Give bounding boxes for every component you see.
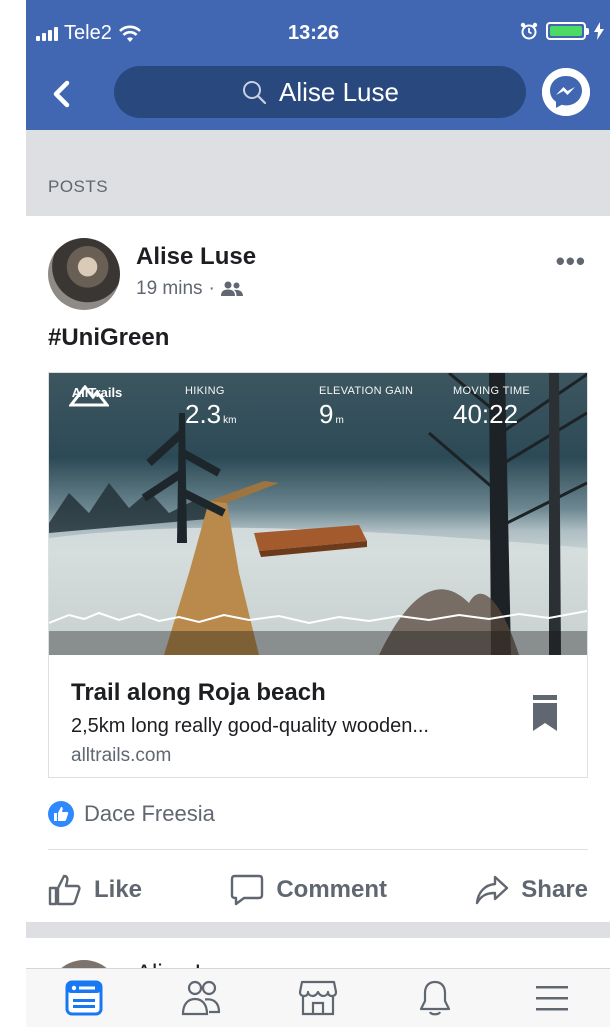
nav-bar: Alise Luse — [26, 58, 610, 130]
tab-menu[interactable] — [522, 973, 582, 1023]
marketplace-icon — [298, 980, 338, 1016]
post-caption[interactable]: #UniGreen — [48, 324, 169, 352]
search-query: Alise Luse — [279, 76, 399, 107]
share-icon — [476, 875, 509, 905]
post-author[interactable]: Alise Luse — [136, 243, 256, 271]
search-field[interactable]: Alise Luse — [114, 66, 526, 118]
tab-friends[interactable] — [171, 973, 231, 1023]
card-info[interactable]: Trail along Roja beach 2,5km long really… — [49, 655, 587, 777]
card-domain: alltrails.com — [71, 745, 172, 766]
share-button[interactable]: Share — [475, 875, 588, 905]
stat-unit: m — [335, 415, 344, 426]
stat-label: MOVING TIME — [453, 385, 531, 397]
post-time[interactable]: 19 mins — [136, 278, 203, 300]
stat-value: 40:22 — [453, 399, 519, 429]
bookmark-icon — [533, 695, 557, 731]
comment-icon — [231, 874, 264, 906]
thumbs-up-icon — [54, 807, 69, 821]
comment-label: Comment — [276, 876, 387, 903]
messenger-button[interactable] — [542, 68, 590, 116]
clock: 13:26 — [288, 22, 340, 44]
link-card[interactable]: AllTrails HIKING 2.3 km ELEVATION GAIN 9m… — [48, 372, 588, 778]
save-button[interactable] — [533, 695, 557, 736]
post-actions: Like Comment Share — [48, 868, 588, 912]
wifi-icon — [118, 25, 141, 42]
tab-news-feed[interactable] — [54, 973, 114, 1023]
status-bar: Tele2 13:26 — [26, 0, 610, 58]
thumbs-up-outline-icon — [48, 874, 81, 906]
charging-icon — [594, 22, 604, 40]
status-right — [520, 22, 604, 40]
stat-value: 9 — [319, 399, 334, 429]
stat-unit: km — [223, 415, 237, 426]
more-options-icon[interactable]: ••• — [556, 246, 586, 277]
news-feed-icon — [65, 980, 103, 1016]
divider — [48, 849, 588, 850]
battery-icon — [546, 22, 589, 40]
post: Alise Luse 19 mins · ••• #UniGreen AllTr… — [26, 216, 610, 922]
like-button[interactable]: Like — [48, 874, 142, 906]
stat-label: ELEVATION GAIN — [319, 385, 414, 397]
feed-separator — [26, 922, 610, 938]
like-label: Like — [94, 876, 143, 903]
avatar[interactable] — [48, 960, 120, 968]
card-title[interactable]: Trail along Roja beach — [71, 679, 326, 707]
signal-icon — [36, 26, 58, 41]
meta-separator: · — [208, 278, 215, 299]
mountain-icon — [69, 385, 109, 407]
chevron-left-icon — [53, 80, 70, 108]
carrier-group: Tele2 — [36, 22, 142, 45]
stat-value: 2.3 — [185, 399, 222, 429]
comment-button[interactable]: Comment — [230, 874, 387, 906]
friends-icon — [220, 281, 243, 296]
notifications-icon — [419, 980, 450, 1016]
stat-label: HIKING — [185, 385, 225, 397]
menu-icon — [535, 986, 568, 1011]
messenger-icon — [542, 68, 590, 116]
avatar[interactable] — [48, 238, 120, 310]
alltrails-logo: AllTrails — [69, 385, 125, 407]
carrier-label: Tele2 — [64, 22, 112, 44]
trail-image[interactable]: AllTrails HIKING 2.3 km ELEVATION GAIN 9m… — [49, 373, 587, 655]
tab-marketplace[interactable] — [288, 973, 348, 1023]
liker-name: Dace Freesia — [84, 801, 215, 826]
next-post-author[interactable]: Alise Luse — [136, 960, 247, 968]
stat-moving-time: MOVING TIME 40:22 — [453, 385, 530, 430]
post-meta: 19 mins · — [136, 278, 243, 300]
stat-hiking: HIKING 2.3 km — [185, 385, 237, 430]
alarm-icon — [520, 22, 538, 40]
next-post-preview[interactable]: Alise Luse — [26, 938, 610, 968]
card-description: 2,5km long really good-quality wooden... — [71, 715, 429, 737]
tab-bar — [26, 968, 610, 1027]
stat-elevation: ELEVATION GAIN 9m — [319, 385, 413, 430]
search-icon — [243, 81, 267, 105]
section-label: POSTS — [48, 177, 109, 196]
reactions-row[interactable]: Dace Freesia — [48, 801, 215, 827]
like-reaction-icon — [48, 801, 74, 827]
section-header: POSTS — [26, 130, 610, 216]
friends-icon — [182, 980, 221, 1016]
tab-notifications[interactable] — [405, 973, 465, 1023]
share-label: Share — [521, 876, 588, 903]
back-button[interactable] — [46, 74, 76, 114]
